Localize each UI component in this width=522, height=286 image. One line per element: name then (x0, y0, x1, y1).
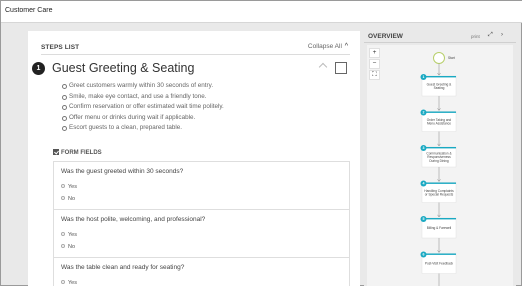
zoom-controls: + − ⛶ (369, 48, 381, 81)
flow-step-number: 1 (423, 75, 425, 79)
flowchart-canvas[interactable]: Start 1 Guest Greeting & Seating 2 Order Taki… (367, 45, 513, 286)
instruction-item: Smile, make eye contact, and use a frien… (62, 92, 224, 103)
zoom-out-button[interactable]: − (369, 59, 380, 69)
fit-view-button[interactable]: ⛶ (369, 70, 380, 80)
flow-step-label: Menu Assistance (427, 122, 451, 126)
print-button[interactable]: print (471, 34, 480, 39)
question-card: Was the table clean and ready for seatin… (53, 257, 350, 286)
question-text: Was the table clean and ready for seatin… (61, 264, 185, 271)
expand-icon[interactable]: ⤢ (488, 32, 493, 39)
radio-option-no[interactable]: No (61, 244, 75, 250)
flow-step-accent (422, 253, 456, 255)
radio-icon (61, 244, 65, 248)
zoom-in-button[interactable]: + (369, 48, 380, 58)
flow-step-number: 5 (423, 217, 425, 221)
instruction-item: Confirm reservation or offer estimated w… (62, 102, 224, 113)
overview-panel: OVERVIEW print ⤢ › Start 1 Guest Greeting … (364, 31, 516, 286)
title-bar: Customer Care (1, 1, 522, 23)
radio-option-yes[interactable]: Yes (61, 184, 77, 190)
flow-step-number: 6 (423, 253, 425, 257)
flow-step-label: Post-Visit Feedback (425, 262, 454, 266)
start-label: Start (448, 56, 455, 60)
radio-icon (61, 184, 65, 188)
flow-step-accent (422, 147, 456, 149)
flow-step-accent (422, 76, 456, 78)
start-node (433, 52, 445, 64)
flow-step-accent (422, 182, 456, 184)
steps-panel: STEPS LIST Collapse All ^ 1 Guest Greeti… (28, 31, 360, 286)
flowchart-diagram: Start1Guest Greeting &Seating2Order Taki… (420, 52, 457, 286)
flow-step-number: 4 (423, 182, 425, 186)
flow-step-number: 2 (423, 111, 425, 115)
instruction-item: Offer menu or drinks during wait if appl… (62, 113, 224, 124)
collapse-step-icon[interactable] (318, 62, 328, 72)
chevron-up-icon: ^ (344, 43, 348, 50)
overview-title: OVERVIEW (368, 33, 403, 40)
window-title: Customer Care (5, 7, 53, 14)
collapse-all-label: Collapse All (307, 43, 342, 50)
flow-step-label: Seating (434, 86, 445, 90)
step-instructions-list: Greet customers warmly within 30 seconds… (62, 81, 224, 134)
flow-step-label: During Dining (429, 159, 449, 163)
divider (364, 42, 516, 43)
form-fields-label: FORM FIELDS (61, 150, 102, 156)
radio-option-yes[interactable]: Yes (61, 280, 77, 286)
flow-step-number: 3 (423, 146, 425, 150)
checkbox-icon (53, 149, 59, 155)
flow-step-accent (422, 218, 456, 220)
step-number-badge: 1 (32, 62, 45, 75)
radio-option-yes[interactable]: Yes (61, 232, 77, 238)
instruction-item: Greet customers warmly within 30 seconds… (62, 81, 224, 92)
question-text: Was the host polite, welcoming, and prof… (61, 216, 206, 223)
divider (41, 54, 350, 55)
step-title[interactable]: Guest Greeting & Seating (52, 61, 194, 75)
radio-icon (61, 232, 65, 236)
step-complete-checkbox[interactable] (335, 62, 347, 74)
radio-option-no[interactable]: No (61, 196, 75, 202)
question-text: Was the guest greeted within 30 seconds? (61, 168, 184, 175)
flow-step-label: or Special Requests (425, 193, 454, 197)
radio-icon (61, 196, 65, 200)
instruction-item: Escort guests to a clean, prepared table… (62, 123, 224, 134)
form-fields-header: FORM FIELDS (53, 149, 102, 156)
question-card: Was the host polite, welcoming, and prof… (53, 209, 350, 257)
chevron-right-icon[interactable]: › (501, 32, 503, 38)
flow-step-label: Billing & Farewell (427, 226, 452, 230)
app-window: Customer Care STEPS LIST Collapse All ^ … (0, 0, 522, 286)
question-card: Was the guest greeted within 30 seconds?… (53, 161, 350, 209)
radio-icon (61, 280, 65, 284)
collapse-all-button[interactable]: Collapse All ^ (308, 43, 348, 50)
steps-list-header: STEPS LIST (41, 44, 80, 51)
flow-step-accent (422, 111, 456, 113)
